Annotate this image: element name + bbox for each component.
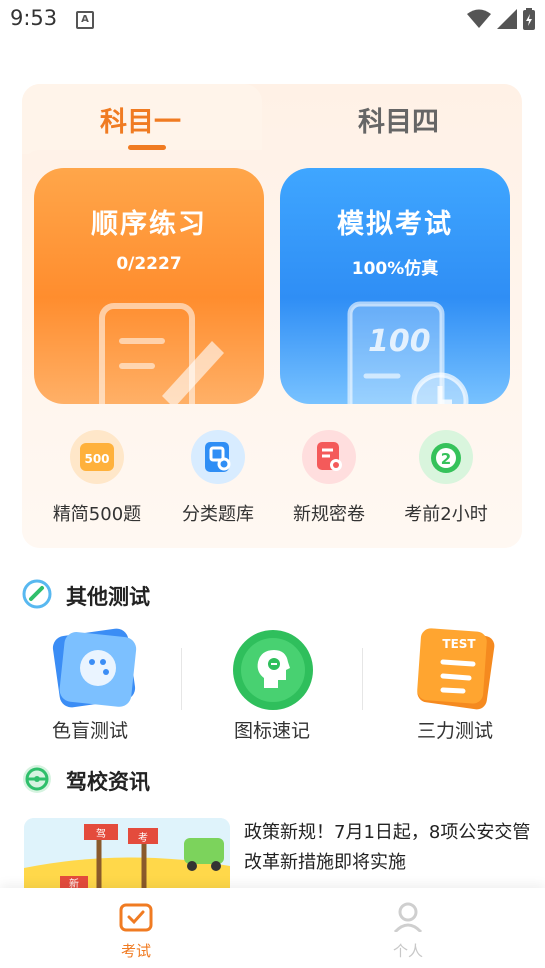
sequential-practice-title: 顺序练习 [91,209,207,240]
tab-underline [128,145,166,150]
signal-icon [497,9,517,29]
quick-action-label: 考前2小时 [404,504,488,525]
news-tag-exam: 考 [138,832,148,844]
sequential-practice-card[interactable]: 顺序练习 0/2227 [34,168,264,404]
nav-profile[interactable]: 个人 [368,902,448,961]
exam-clipboard-icon [119,903,153,932]
other-test-label: 图标速记 [233,720,310,742]
battery-icon [523,8,535,30]
test-badge-text: TEST [442,637,476,651]
mock-exam-subtitle: 100%仿真 [351,259,439,279]
gauge-icon [22,579,52,609]
svg-text:100: 100 [368,324,431,359]
person-icon [393,902,423,934]
nav-profile-label: 个人 [392,942,423,960]
mock-exam-card[interactable]: 模拟考试 100%仿真 100 [280,168,510,404]
steering-wheel-icon [23,765,51,793]
status-icons [467,8,535,30]
bottom-nav: 考试 个人 [0,888,545,968]
divider [362,648,363,710]
quick-action-500[interactable]: 500 精简500题 [42,430,152,526]
svg-text:500: 500 [84,452,109,466]
category-book-icon [191,430,245,484]
svg-text:2: 2 [441,450,451,468]
nav-exam[interactable]: 考试 [96,902,176,961]
timer-2-icon: 2 [419,430,473,484]
notepad-pen-icon [99,303,224,404]
other-tests-title: 其他测试 [66,585,150,609]
status-bar: 9:53 A [0,0,545,38]
tab-subject-four[interactable]: 科目四 [358,100,439,139]
divider [181,648,182,710]
quick-action-category[interactable]: 分类题库 [163,430,273,526]
exam-paper-icon: 100 [347,301,469,404]
test-list-icon: TEST [417,628,495,710]
notification-icon: A [76,11,94,29]
500-badge-icon: 500 [70,430,124,484]
secret-paper-icon [302,430,356,484]
news-headline[interactable]: 政策新规！7月1日起，8项公安交管改革新措施即将实施 [244,818,534,878]
news-thumbnail[interactable]: 驾 考 新 [24,818,230,898]
quick-action-two-hours[interactable]: 2 考前2小时 [391,430,501,526]
news-tag-drive: 驾 [96,828,106,840]
nav-exam-label: 考试 [120,942,151,960]
quick-action-label: 新规密卷 [293,504,365,525]
palette-icon [52,628,137,708]
news-title: 驾校资讯 [66,770,150,794]
quick-action-new-rules[interactable]: 新规密卷 [274,430,384,526]
tab-subject-one[interactable]: 科目一 [100,100,181,139]
status-time: 9:53 [10,6,58,30]
quick-action-label: 分类题库 [182,504,254,525]
wifi-icon [467,9,491,28]
head-memory-icon [233,630,313,710]
quick-action-label: 精简500题 [52,504,142,525]
sequential-practice-progress: 0/2227 [116,254,182,274]
other-test-label: 色盲测试 [51,720,128,742]
mock-exam-title: 模拟考试 [337,209,453,240]
other-test-label: 三力测试 [416,720,493,742]
